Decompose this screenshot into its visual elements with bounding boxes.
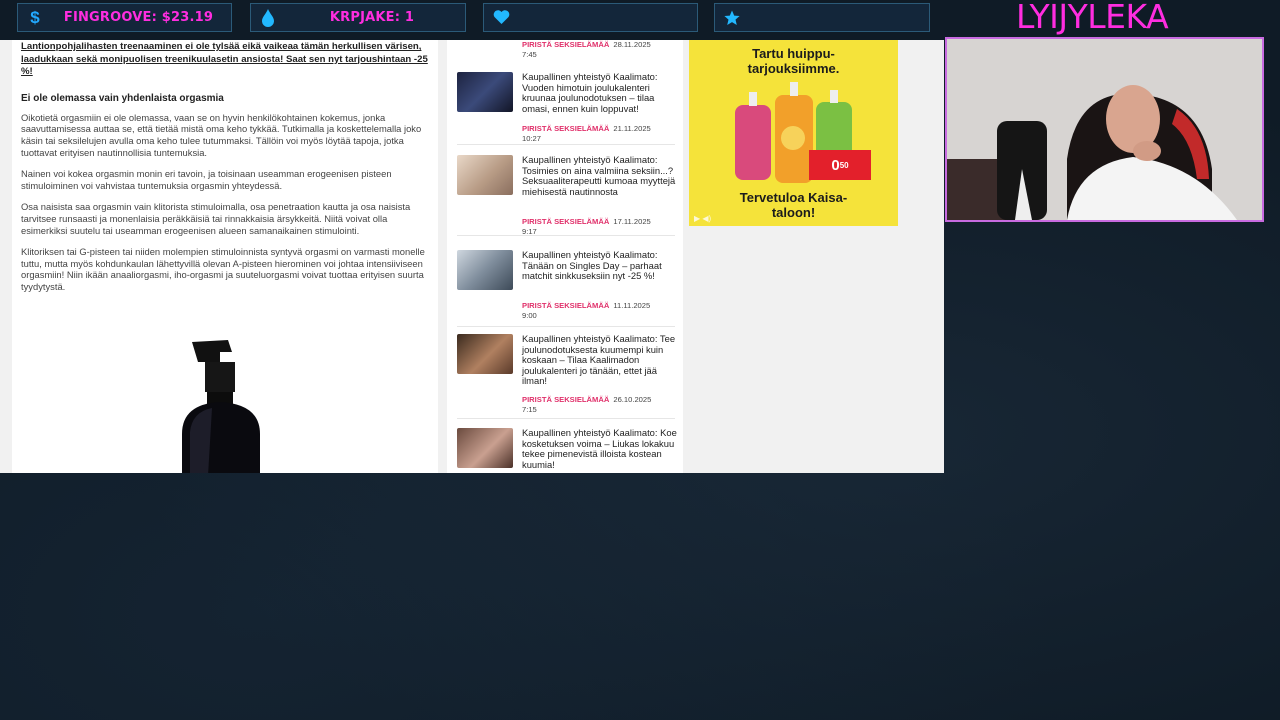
- list-item[interactable]: Kaupallinen yhteistyö Kaalimato: Vuoden …: [457, 71, 677, 145]
- post-time: 9:00: [522, 311, 537, 320]
- krpjake-stat: KRPJAKE: 1: [329, 10, 415, 25]
- product-image[interactable]: [162, 336, 282, 473]
- article-lead-link[interactable]: Lantionpohjalihasten treenaaminen ei ole…: [21, 41, 429, 79]
- list-item[interactable]: Kaupallinen yhteistyö Kaalimato: Koe kos…: [457, 427, 677, 473]
- fingroove-stat: FINGROOVE: $23.19: [63, 10, 214, 25]
- article-paragraph: Oikotietä orgasmiin ei ole olemassa, vaa…: [21, 111, 422, 159]
- browser-viewport: Lantionpohjalihasten treenaaminen ei ole…: [0, 40, 944, 473]
- post-thumbnail[interactable]: [457, 72, 513, 112]
- post-meta: PIRISTÄ SEKSIELÄMÄÄ 28.11.2025 7:45: [522, 40, 651, 60]
- post-title[interactable]: Kaupallinen yhteistyö Kaalimato: Vuoden …: [522, 71, 677, 114]
- article-heading: Ei ole olemassa vain yhdenlaista orgasmi…: [21, 92, 224, 104]
- post-category[interactable]: PIRISTÄ SEKSIELÄMÄÄ: [522, 124, 609, 133]
- post-meta: PIRISTÄ SEKSIELÄMÄÄ 17.11.2025 9:17: [522, 217, 651, 237]
- post-date: 17.11.2025: [613, 217, 651, 226]
- krpjake-stat-box: KRPJAKE: 1: [250, 3, 466, 32]
- related-posts-sidebar: PIRISTÄ SEKSIELÄMÄÄ 28.11.2025 7:45 Kaupa…: [447, 40, 683, 473]
- post-meta: PIRISTÄ SEKSIELÄMÄÄ 11.11.2025 9:00: [522, 301, 650, 321]
- post-time: 10:27: [522, 134, 542, 143]
- star-icon: [721, 10, 743, 26]
- heart-stat-box: [483, 3, 698, 32]
- dollar-icon: $: [30, 7, 40, 27]
- post-thumbnail[interactable]: [457, 155, 513, 195]
- post-date: 28.11.2025: [613, 40, 651, 49]
- drop-icon: [257, 8, 279, 27]
- post-category[interactable]: PIRISTÄ SEKSIELÄMÄÄ: [522, 395, 609, 404]
- post-category[interactable]: PIRISTÄ SEKSIELÄMÄÄ: [522, 217, 609, 226]
- ad-play-icon[interactable]: ▶ ◀): [694, 214, 711, 223]
- article-paragraph: Osa naisista saa orgasmin vain klitorist…: [21, 200, 411, 236]
- post-title[interactable]: Kaupallinen yhteistyö Kaalimato: Tänään …: [522, 249, 677, 282]
- fingroove-stat-box: $ FINGROOVE: $23.19: [17, 3, 232, 32]
- webcam-feed: [945, 37, 1264, 222]
- list-item[interactable]: Kaupallinen yhteistyö Kaalimato: Tosimie…: [457, 154, 677, 237]
- post-thumbnail[interactable]: [457, 250, 513, 290]
- post-date: 26.10.2025: [613, 395, 652, 404]
- webcam-scene: [947, 39, 1262, 220]
- article-paragraph: Klitoriksen tai G-pisteen tai niiden mol…: [21, 245, 425, 293]
- post-category[interactable]: PIRISTÄ SEKSIELÄMÄÄ: [522, 40, 609, 49]
- post-meta: PIRISTÄ SEKSIELÄMÄÄ 21.11.2025 10:27: [522, 124, 651, 144]
- star-stat-box: [714, 3, 930, 32]
- post-thumbnail[interactable]: [457, 428, 513, 468]
- post-time: 7:15: [522, 405, 537, 414]
- streamer-name: LYIJYLEKA: [1016, 0, 1169, 36]
- post-category[interactable]: PIRISTÄ SEKSIELÄMÄÄ: [522, 301, 609, 310]
- article-paragraph: Nainen voi kokea orgasmin monin eri tavo…: [21, 168, 392, 192]
- advertisement-banner[interactable]: Tartu huippu-tarjouksiimme. 0 50 Tervetul…: [689, 40, 898, 226]
- price-main: 0: [831, 156, 840, 174]
- post-thumbnail[interactable]: [457, 334, 513, 374]
- list-item[interactable]: Kaupallinen yhteistyö Kaalimato: Tee jou…: [457, 333, 677, 419]
- post-date: 11.11.2025: [613, 301, 651, 310]
- price-cents: 50: [839, 160, 849, 170]
- article-column: Lantionpohjalihasten treenaaminen ei ole…: [12, 40, 438, 473]
- post-title[interactable]: Kaupallinen yhteistyö Kaalimato: Tee jou…: [522, 333, 677, 387]
- ad-footer: Tervetuloa Kaisa-taloon!: [739, 190, 848, 220]
- post-title[interactable]: Kaupallinen yhteistyö Kaalimato: Tosimie…: [522, 154, 677, 197]
- price-tag: 0 50: [809, 150, 871, 180]
- post-time: 7:45: [522, 50, 537, 59]
- post-time: 9:17: [522, 227, 537, 236]
- post-date: 21.11.2025: [613, 124, 651, 133]
- list-item[interactable]: Kaupallinen yhteistyö Kaalimato: Tänään …: [457, 249, 677, 327]
- post-title[interactable]: Kaupallinen yhteistyö Kaalimato: Koe kos…: [522, 427, 677, 470]
- post-meta: PIRISTÄ SEKSIELÄMÄÄ 26.10.2025 7:15: [522, 395, 651, 415]
- heart-icon: [490, 10, 512, 25]
